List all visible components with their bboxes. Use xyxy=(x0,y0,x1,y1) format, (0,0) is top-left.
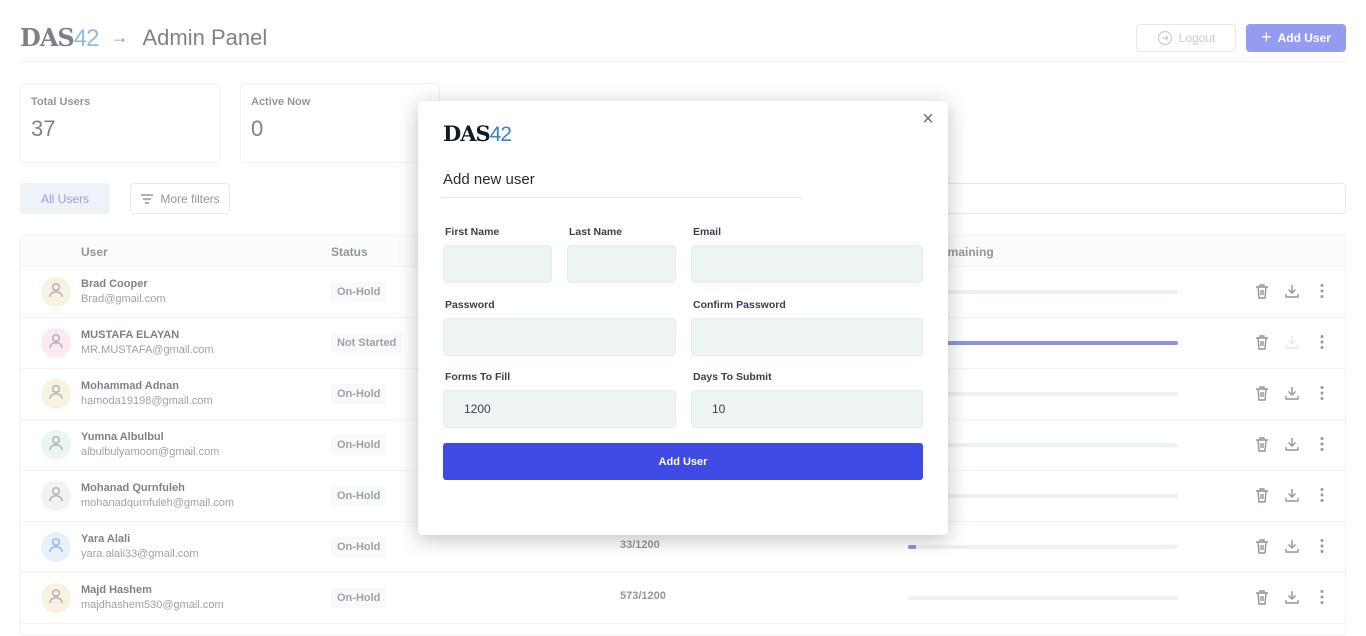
days-to-submit-label: Days To Submit xyxy=(693,371,772,383)
days-to-submit-field[interactable]: 10 xyxy=(691,390,923,428)
forms-to-fill-label: Forms To Fill xyxy=(445,371,511,383)
first-name-field[interactable] xyxy=(443,245,552,283)
submit-add-user-button[interactable]: Add User xyxy=(443,443,923,480)
modal-title: Add new user xyxy=(443,171,535,188)
forms-to-fill-field[interactable]: 1200 xyxy=(443,390,676,428)
first-name-label: First Name xyxy=(445,226,500,238)
email-label: Email xyxy=(693,226,722,238)
password-field[interactable] xyxy=(443,318,676,356)
confirm-password-label: Confirm Password xyxy=(693,299,786,311)
logo-number: 42 xyxy=(489,123,512,146)
divider xyxy=(443,197,803,198)
add-user-modal: × DAS 42 Add new user First Name Last Nam… xyxy=(418,101,948,535)
confirm-password-field[interactable] xyxy=(691,318,923,356)
close-icon[interactable]: × xyxy=(918,109,938,129)
last-name-field[interactable] xyxy=(567,245,676,283)
password-label: Password xyxy=(445,299,495,311)
modal-logo: DAS 42 xyxy=(443,121,512,147)
logo-text: DAS xyxy=(443,121,491,146)
last-name-label: Last Name xyxy=(569,226,623,238)
email-field[interactable] xyxy=(691,245,923,283)
